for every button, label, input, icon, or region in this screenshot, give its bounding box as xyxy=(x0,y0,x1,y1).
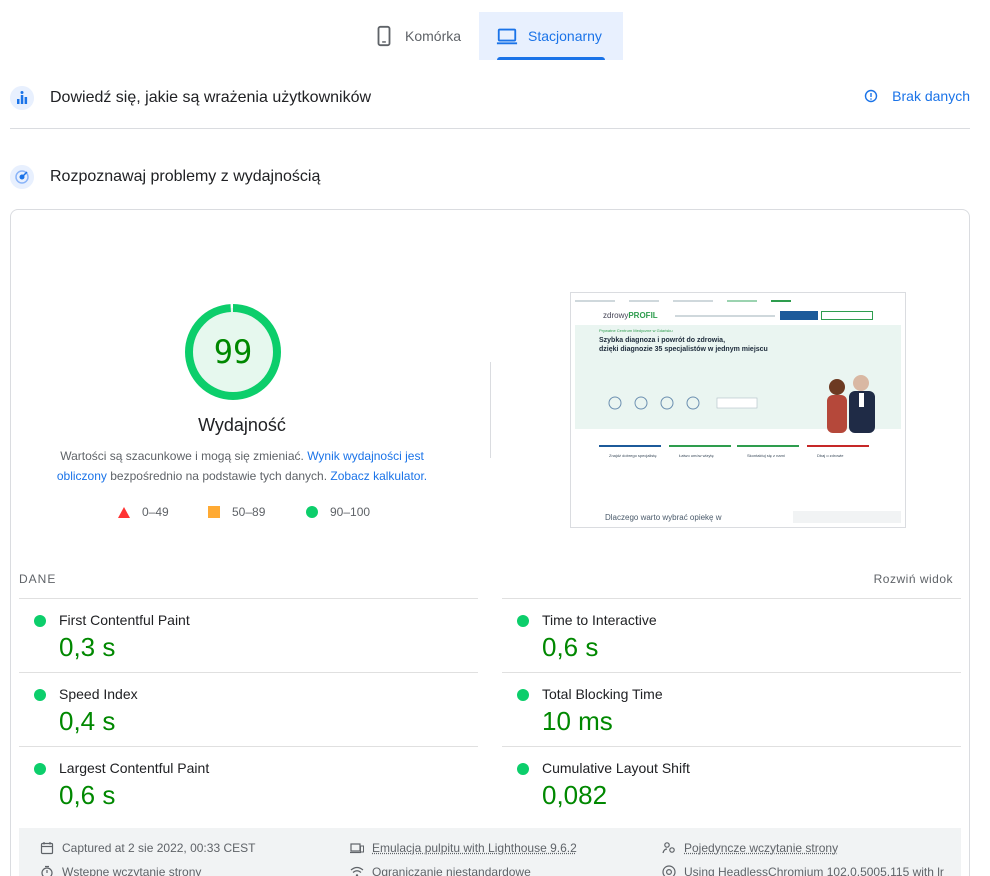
runtime-settings: Captured at 2 sie 2022, 00:33 CEST Emula… xyxy=(19,828,961,876)
lab-data-title: Rozpoznawaj problemy z wydajnością xyxy=(50,168,321,185)
metric-name: Time to Interactive xyxy=(542,612,657,628)
metric-value: 0,6 s xyxy=(542,632,599,662)
metric-lcp: Largest Contentful Paint 0,6 s xyxy=(19,746,478,820)
throttling-info[interactable]: Ograniczanie niestandardowe xyxy=(350,864,531,876)
legend-pass: 90–100 xyxy=(306,505,370,519)
thumb-nav: zdrowyPROFIL xyxy=(575,307,901,323)
devices-icon xyxy=(350,843,364,854)
browser-info: Using HeadlessChromium 102.0.5005.115 wi… xyxy=(662,864,944,876)
chrome-icon xyxy=(662,865,676,876)
thumb-kicker: Prywatne Centrum Medyczne w Gdańsku xyxy=(599,328,673,333)
lab-data-icon xyxy=(10,165,34,189)
metric-value: 0,3 s xyxy=(59,632,116,662)
legend-fail-label: 0–49 xyxy=(142,505,169,519)
metric-value: 0,6 s xyxy=(59,780,116,810)
emulation-info[interactable]: Emulacja pulpitu with Lighthouse 9.6.2 xyxy=(350,840,577,856)
pass-circle-icon xyxy=(517,763,529,775)
timer-icon xyxy=(41,865,53,876)
metric-value: 0,082 xyxy=(542,780,608,810)
form-factor-tabs: Komórka Stacjonarny xyxy=(0,12,990,60)
single-load-info[interactable]: Pojedyncze wczytanie strony xyxy=(662,840,838,856)
thumb-footer-bar xyxy=(793,511,901,523)
thumb-logo: zdrowyPROFIL xyxy=(603,311,658,320)
average-square-icon xyxy=(208,506,220,518)
fail-triangle-icon xyxy=(118,506,130,518)
pass-circle-icon xyxy=(306,506,318,518)
metric-tti: Time to Interactive 0,6 s xyxy=(502,598,961,672)
metrics-header: DANE Rozwiń widok xyxy=(19,572,953,588)
metric-tbt: Total Blocking Time 10 ms xyxy=(502,672,961,746)
thumb-specialty-icons xyxy=(608,396,758,410)
vertical-separator xyxy=(490,362,491,458)
gauge-note-text-1: Wartości są szacunkowe i mogą się zmieni… xyxy=(60,449,304,463)
captured-at: Captured at 2 sie 2022, 00:33 CEST xyxy=(40,840,255,856)
section-divider xyxy=(10,128,970,129)
active-tab-indicator xyxy=(497,57,605,60)
tab-mobile-label: Komórka xyxy=(405,28,462,44)
tab-mobile[interactable]: Komórka xyxy=(360,12,479,60)
metric-name: Cumulative Layout Shift xyxy=(542,760,690,776)
tab-desktop-label: Stacjonarny xyxy=(528,28,602,44)
metrics-section-label: DANE xyxy=(19,572,57,586)
gauge-note-text-2: bezpośrednio na podstawie tych danych. xyxy=(110,469,328,483)
thumb-cards: Znajdź dobrego specjalistę Łatwo umów wi… xyxy=(599,445,869,485)
metric-value: 0,4 s xyxy=(59,706,116,736)
wifi-icon xyxy=(350,866,364,876)
laptop-icon xyxy=(496,28,518,45)
metric-name: Speed Index xyxy=(59,686,138,702)
metric-fcp: First Contentful Paint 0,3 s xyxy=(19,598,478,672)
legend-average-label: 50–89 xyxy=(232,505,266,519)
expand-view-toggle[interactable]: Rozwiń widok xyxy=(874,572,953,586)
gauge-label: Wydajność xyxy=(198,415,286,435)
lab-data-header: Rozpoznawaj problemy z wydajnością xyxy=(10,157,970,197)
no-data-label: Brak danych xyxy=(892,88,970,104)
metric-si: Speed Index 0,4 s xyxy=(19,672,478,746)
initial-load-info: Wstępne wczytanie strony xyxy=(40,864,201,876)
field-data-title: Dowiedź się, jakie są wrażenia użytkowni… xyxy=(50,89,372,106)
thumb-doctors-photo xyxy=(827,375,875,433)
legend-pass-label: 90–100 xyxy=(330,505,371,519)
metric-name: Largest Contentful Paint xyxy=(59,760,210,776)
score-legend: 0–49 50–89 90–100 xyxy=(0,505,490,521)
field-data-header: Dowiedź się, jakie są wrażenia użytkowni… xyxy=(10,78,970,118)
calculator-link[interactable]: Zobacz kalkulator. xyxy=(330,469,427,483)
no-data-link[interactable]: Brak danych xyxy=(864,88,970,104)
pass-circle-icon xyxy=(34,763,46,775)
performance-gauge: 99 xyxy=(183,302,283,402)
info-icon xyxy=(864,89,878,103)
tab-desktop[interactable]: Stacjonarny xyxy=(479,12,623,60)
metric-cls: Cumulative Layout Shift 0,082 xyxy=(502,746,961,820)
calendar-icon xyxy=(40,842,54,855)
gauge-score: 99 xyxy=(213,333,253,371)
pass-circle-icon xyxy=(34,615,46,627)
phone-icon xyxy=(377,25,391,47)
metric-value: 10 ms xyxy=(542,706,613,736)
legend-average: 50–89 xyxy=(208,505,265,519)
final-screenshot[interactable]: zdrowyPROFIL Prywatne Centrum Medyczne w… xyxy=(570,292,906,528)
thumb-footer-text: Dlaczego warto wybrać opiekę w xyxy=(605,513,722,522)
metric-name: Total Blocking Time xyxy=(542,686,663,702)
pass-circle-icon xyxy=(517,615,529,627)
thumb-headline: Szybka diagnoza i powrót do zdrowia, dzi… xyxy=(599,337,768,353)
field-data-icon xyxy=(10,86,34,110)
metric-name: First Contentful Paint xyxy=(59,612,190,628)
pass-circle-icon xyxy=(34,689,46,701)
people-icon xyxy=(662,842,675,854)
gauge-note: Wartości są szacunkowe i mogą się zmieni… xyxy=(52,446,432,486)
thumb-topbar xyxy=(575,297,901,305)
legend-fail: 0–49 xyxy=(118,505,169,519)
pass-circle-icon xyxy=(517,689,529,701)
